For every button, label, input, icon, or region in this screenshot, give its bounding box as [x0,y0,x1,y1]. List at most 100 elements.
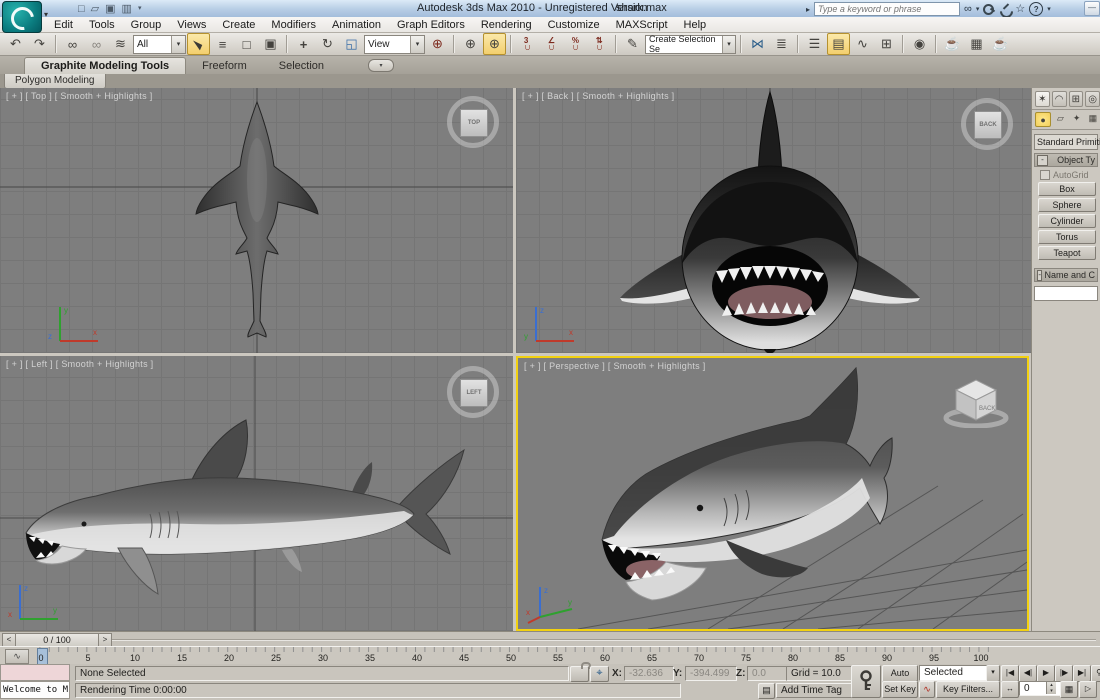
viewport-perspective[interactable]: [ + ] [ Perspective ] [ Smooth + Highlig… [516,356,1029,631]
box-button[interactable]: Box [1038,182,1096,196]
hold-icon[interactable]: ▥ [122,2,132,16]
cameras-category-icon[interactable]: ▦ [1086,112,1100,125]
sphere-button[interactable]: Sphere [1038,198,1096,212]
teapot-button[interactable]: Teapot [1038,246,1096,260]
select-object-button[interactable] [187,33,210,55]
z-coordinate-field[interactable]: 0.0 [747,666,787,681]
save-file-icon[interactable]: ▣ [105,2,115,16]
help-icon[interactable]: ? [1029,2,1043,16]
menu-tools[interactable]: Tools [81,17,123,33]
auto-key-button[interactable]: Auto Key [882,665,918,682]
menu-animation[interactable]: Animation [324,17,389,33]
panel-polygon-modeling[interactable]: Polygon Modeling [4,74,106,89]
unlink-selection-icon[interactable]: ∞ [85,33,108,55]
lights-category-icon[interactable]: ✦ [1070,112,1084,125]
menu-modifiers[interactable]: Modifiers [263,17,324,33]
y-coordinate-field[interactable]: -394.499 [685,666,737,681]
previous-frame-icon[interactable]: ◀| [1019,665,1037,682]
maxscript-macro-recorder[interactable] [0,664,70,681]
rectangular-selection-region-icon[interactable]: □ [235,33,258,55]
select-and-rotate-icon[interactable]: ↻ [316,33,339,55]
search-icon[interactable]: ∞ [964,3,972,16]
viewport-top-label[interactable]: [ + ] [ Top ] [ Smooth + Highlights ] [6,91,153,101]
bind-to-space-warp-icon[interactable]: ≋ [109,33,132,55]
search-history-icon[interactable]: ▸ [806,3,810,16]
absolute-offset-mode-icon[interactable]: ⌖ [590,666,609,682]
viewport-back[interactable]: [ + ] [ Back ] [ Smooth + Highlights ] [516,88,1031,353]
menu-customize[interactable]: Customize [540,17,608,33]
tab-freeform[interactable]: Freeform [186,58,263,74]
minimize-button[interactable]: — [1084,1,1100,16]
time-slider-groove[interactable] [112,639,1096,641]
viewcube[interactable]: TOP [447,96,499,148]
viewcube-face-label[interactable]: LEFT [460,379,488,407]
shapes-category-icon[interactable]: ▱ [1053,112,1067,125]
torus-button[interactable]: Torus [1038,230,1096,244]
previous-frame-arrow[interactable]: < [2,633,16,647]
search-dropdown-icon[interactable]: ▾ [976,3,980,16]
menu-maxscript[interactable]: MAXScript [608,17,676,33]
rendered-frame-window-icon[interactable]: ▦ [965,33,988,55]
undo-icon[interactable]: ↶ [4,33,27,55]
time-slider-handle[interactable]: 0 / 100 [15,633,99,647]
go-to-start-icon[interactable]: |◀ [1001,665,1019,682]
reference-coordinate-dropdown[interactable]: View▾ [364,35,425,54]
edit-named-selection-sets-icon[interactable]: ✎ [621,33,644,55]
curve-editor-icon[interactable]: ∿ [851,33,874,55]
tab-graphite-modeling-tools[interactable]: Graphite Modeling Tools [24,57,186,74]
new-scene-icon[interactable]: □ [78,2,85,16]
menu-group[interactable]: Group [123,17,170,33]
cylinder-button[interactable]: Cylinder [1038,214,1096,228]
collapse-icon[interactable]: - [1037,155,1048,166]
next-frame-arrow[interactable]: > [98,633,112,647]
selection-filter-dropdown[interactable]: All▾ [133,35,186,54]
next-frame-icon[interactable]: |▶ [1055,665,1073,682]
keyboard-shortcut-override-icon[interactable]: ⊕ [483,33,506,55]
motion-tab-icon[interactable]: ◎ [1085,91,1100,107]
select-and-link-icon[interactable]: ∞ [61,33,84,55]
select-and-move-icon[interactable]: + [292,33,315,55]
x-coordinate-field[interactable]: -32.636 [624,666,674,681]
time-configuration-icon[interactable]: ▦ [1060,681,1078,698]
default-tangent-icon[interactable]: ∿ [919,681,935,698]
viewcube[interactable]: LEFT [447,366,499,418]
use-pivot-point-icon[interactable]: ⊕ [426,33,449,55]
help-dropdown-icon[interactable]: ▾ [1047,3,1051,16]
open-file-icon[interactable]: ▱ [91,2,99,16]
add-time-tag-button[interactable]: Add Time Tag [776,683,852,698]
zoom-region-icon-partial[interactable]: ⚲ [1091,665,1100,682]
viewport-left-label[interactable]: [ + ] [ Left ] [ Smooth + Highlights ] [6,359,153,369]
application-menu-button[interactable] [2,1,42,33]
subscription-key-icon[interactable] [983,3,995,15]
dropdown-caret-icon[interactable]: ▾ [722,36,735,53]
render-setup-icon[interactable]: ☕ [941,33,964,55]
menu-create[interactable]: Create [214,17,263,33]
named-selection-set-dropdown[interactable]: Create Selection Se▾ [645,35,736,54]
menu-graph-editors[interactable]: Graph Editors [389,17,473,33]
menu-views[interactable]: Views [169,17,214,33]
select-and-scale-icon[interactable]: ◱ [340,33,363,55]
collapse-icon[interactable]: - [1037,270,1042,281]
percent-snap-icon[interactable]: % [572,36,579,53]
spinner-snap-icon[interactable]: ⇅ [596,36,603,53]
align-icon[interactable]: ≣ [770,33,793,55]
viewport-back-label[interactable]: [ + ] [ Back ] [ Smooth + Highlights ] [522,91,674,101]
hierarchy-tab-icon[interactable]: ⊞ [1069,91,1084,107]
pan-icon-partial[interactable]: ▷ [1079,681,1097,698]
viewcube[interactable]: BACK [961,98,1013,150]
object-type-rollout[interactable]: - Object Ty [1034,153,1098,167]
play-animation-icon[interactable]: ▶ [1037,665,1055,682]
key-mode-toggle-icon[interactable]: ↔ [1001,681,1019,698]
current-frame-field[interactable]: 0 [1019,681,1063,696]
geometry-category-icon[interactable]: ● [1035,112,1051,127]
window-crossing-icon[interactable]: ▣ [259,33,282,55]
dropdown-caret-icon[interactable]: ▾ [410,36,424,53]
viewcube-face-label[interactable]: TOP [460,109,488,137]
menu-rendering[interactable]: Rendering [473,17,540,33]
graphite-modeling-ribbon-toggle-icon[interactable]: ▤ [827,33,850,55]
key-mode-dropdown[interactable]: Selected [919,665,991,681]
ribbon-minimize-icon[interactable]: ▾ [368,59,394,72]
key-mode-caret-icon[interactable]: ▾ [986,665,1000,682]
open-mini-curve-editor-icon[interactable]: ∿ [5,649,29,664]
viewport-top[interactable]: [ + ] [ Top ] [ Smooth + Highlights ] TO… [0,88,513,353]
